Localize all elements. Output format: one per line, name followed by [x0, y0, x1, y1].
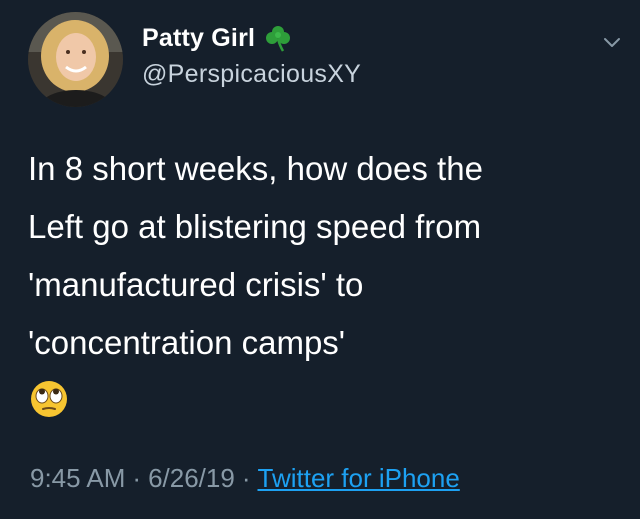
tweet-time: 9:45 AM — [30, 463, 126, 493]
tweet-text: In 8 short weeks, how does the Left go a… — [28, 140, 618, 372]
tweet-text-line: In 8 short weeks, how does the — [28, 150, 483, 187]
tweet-header: Patty Girl @PerspicaciousXY — [26, 10, 626, 110]
face-with-rolling-eyes-icon — [31, 381, 67, 417]
tweet-text-line: 'manufactured crisis' to — [28, 266, 364, 303]
author-names: Patty Girl @PerspicaciousXY — [142, 20, 361, 89]
tweet-date: 6/26/19 — [148, 463, 235, 493]
display-name[interactable]: Patty Girl — [142, 24, 255, 53]
avatar[interactable] — [28, 12, 123, 107]
meta-separator: · — [132, 463, 142, 493]
author-handle[interactable]: @PerspicaciousXY — [142, 60, 361, 89]
tweet-text-line: Left go at blistering speed from — [28, 208, 482, 245]
shamrock-icon — [266, 26, 291, 52]
tweet-source-link[interactable]: Twitter for iPhone — [258, 463, 460, 493]
meta-separator: · — [241, 463, 251, 493]
tweet-card: Patty Girl @PerspicaciousXY In 8 short w… — [0, 0, 640, 519]
avatar-image — [28, 12, 123, 107]
tweet-text-line: 'concentration camps' — [28, 324, 346, 361]
display-name-row: Patty Girl — [142, 20, 361, 56]
tweet-meta: 9:45 AM · 6/26/19 · Twitter for iPhone — [30, 463, 460, 494]
chevron-down-icon[interactable] — [602, 32, 622, 52]
